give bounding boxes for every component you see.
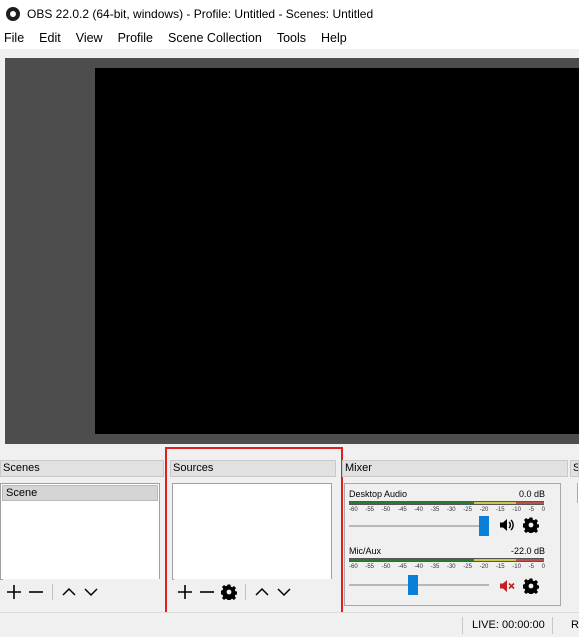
gear-icon (221, 584, 237, 600)
desktop-audio-volume-track[interactable] (349, 525, 489, 527)
chevron-down-icon (84, 588, 98, 597)
menu-file[interactable]: File (0, 31, 29, 45)
move-source-down-button[interactable] (273, 581, 295, 603)
menu-view[interactable]: View (71, 31, 108, 45)
scenes-toolbar (3, 579, 160, 605)
desktop-audio-scale: -60 -55 -50 -45 -40 -35 -30 -25 -20 -15 -10 -5 0 (349, 507, 545, 513)
toolbar-separator (52, 584, 53, 600)
plus-icon (7, 585, 21, 599)
menu-tools[interactable]: Tools (272, 31, 311, 45)
toolbar-separator (245, 584, 246, 600)
desktop-audio-gear-icon[interactable] (523, 517, 539, 533)
menu-profile[interactable]: Profile (113, 31, 158, 45)
move-scene-down-button[interactable] (80, 581, 102, 603)
live-status: LIVE: 00:00:00 (472, 619, 545, 631)
sources-list[interactable] (172, 483, 332, 580)
mic-aux-scale: -60 -55 -50 -45 -40 -35 -30 -25 -20 -15 -10 -5 0 (349, 564, 545, 570)
minus-icon (29, 591, 43, 593)
rec-status: R (571, 619, 579, 631)
add-source-button[interactable] (174, 581, 196, 603)
muted-speaker-icon[interactable] (499, 578, 515, 594)
add-scene-button[interactable] (3, 581, 25, 603)
scenes-header: Scenes (0, 460, 164, 477)
mic-aux-volume-slider[interactable] (407, 575, 418, 595)
mic-aux-db: -22.0 dB (510, 546, 545, 556)
move-scene-up-button[interactable] (58, 581, 80, 603)
title-bar: OBS 22.0.2 (64-bit, windows) - Profile: … (0, 0, 579, 27)
mic-aux-meter (349, 558, 544, 562)
scene-item[interactable]: Scene (2, 485, 158, 501)
scenes-list[interactable]: Scene (0, 483, 160, 580)
desktop-audio-volume-slider[interactable] (479, 516, 489, 536)
remove-source-button[interactable] (196, 581, 218, 603)
chevron-up-icon (255, 587, 269, 596)
status-separator (552, 617, 553, 634)
mic-aux-label: Mic/Aux (349, 546, 382, 556)
mixer-panel: Desktop Audio 0.0 dB -60 -55 -50 -45 -40 -35-… (344, 483, 561, 606)
sources-toolbar (174, 579, 332, 605)
mixer-header: Mixer (342, 460, 568, 477)
mic-aux-volume-track[interactable] (349, 584, 489, 586)
menu-edit[interactable]: Edit (34, 31, 66, 45)
next-dock-header: S (570, 460, 579, 477)
mic-aux-gear-icon[interactable] (523, 578, 539, 594)
status-bar: LIVE: 00:00:00 R (0, 612, 579, 637)
preview-canvas[interactable] (95, 68, 579, 434)
remove-scene-button[interactable] (25, 581, 47, 603)
chevron-up-icon (62, 587, 76, 596)
minus-icon (200, 591, 214, 593)
obs-logo-icon (6, 6, 20, 21)
source-properties-button[interactable] (218, 581, 240, 603)
move-source-up-button[interactable] (251, 581, 273, 603)
menu-bar: File Edit View Profile Scene Collection … (0, 27, 579, 49)
window-title: OBS 22.0.2 (64-bit, windows) - Profile: … (27, 6, 374, 21)
menu-help[interactable]: Help (316, 31, 352, 45)
desktop-audio-meter (349, 501, 544, 505)
status-separator (462, 617, 463, 634)
preview-area[interactable] (5, 58, 579, 444)
desktop-audio-db: 0.0 dB (518, 489, 545, 499)
sources-header: Sources (170, 460, 336, 477)
plus-icon (178, 585, 192, 599)
menu-scene-collection[interactable]: Scene Collection (163, 31, 267, 45)
chevron-down-icon (277, 588, 291, 597)
desktop-audio-label: Desktop Audio (349, 489, 408, 499)
speaker-icon[interactable] (499, 517, 515, 533)
